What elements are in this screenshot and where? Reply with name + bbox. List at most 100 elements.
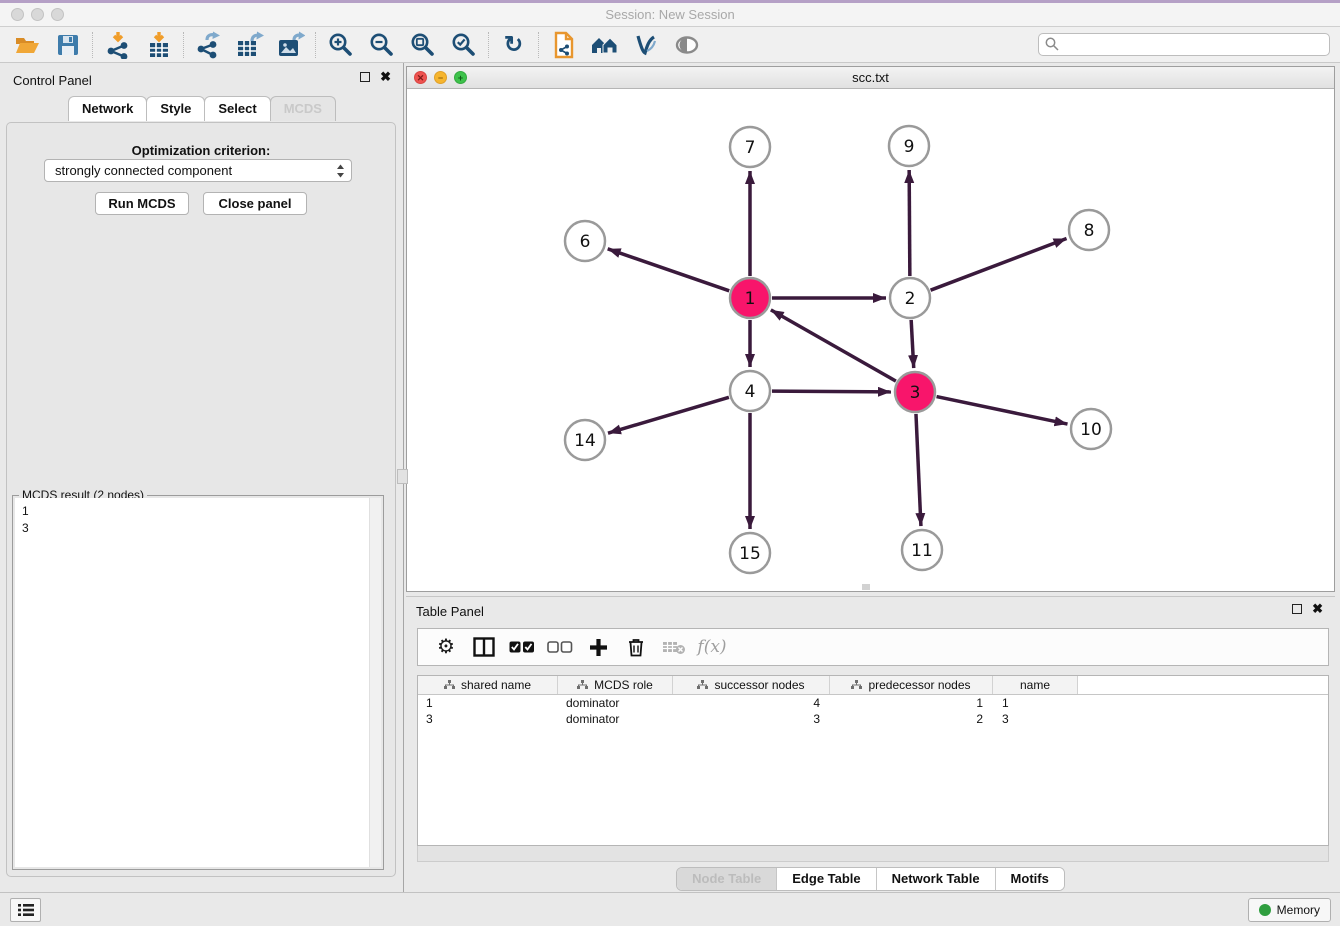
float-table-panel-icon[interactable] [1292,604,1302,614]
close-window-button[interactable] [11,8,24,21]
tab-style[interactable]: Style [146,96,205,121]
graph-edge-4-14[interactable] [608,397,729,433]
tab-network[interactable]: Network [68,96,147,121]
network-maximize-button[interactable]: + [454,71,467,84]
table-row[interactable]: 1 dominator 4 1 1 [418,695,1328,711]
network-from-selection-button[interactable] [543,29,584,61]
mcds-result-list[interactable]: 1 3 [15,498,381,867]
tab-network-table[interactable]: Network Table [876,868,995,890]
toolbar-separator [92,32,93,58]
graph-node-label-11: 11 [911,541,933,561]
graph-node-label-7: 7 [745,138,756,158]
zoom-selected-button[interactable] [443,29,484,61]
tab-node-table[interactable]: Node Table [677,868,776,890]
zoom-fit-button[interactable] [402,29,443,61]
add-column-button[interactable] [579,631,617,663]
result-scrollbar[interactable] [369,498,381,867]
tab-motifs[interactable]: Motifs [995,868,1064,890]
float-panel-icon[interactable] [360,72,370,82]
column-layout-button[interactable] [465,631,503,663]
table-row[interactable]: 3 dominator 3 2 3 [418,711,1328,727]
open-file-button[interactable] [6,29,47,61]
eye-icon [673,34,701,56]
search-input[interactable] [1038,33,1330,56]
minimize-window-button[interactable] [31,8,44,21]
close-table-panel-icon[interactable]: ✖ [1312,604,1323,614]
toggle-view-button[interactable] [666,29,707,61]
graph-edge-4-3[interactable] [772,391,891,392]
toolbar-separator [488,32,489,58]
network-canvas[interactable]: 7968124314101511 [407,89,1334,591]
graph-edge-3-10[interactable] [937,397,1068,425]
zoom-in-button[interactable] [320,29,361,61]
maximize-window-button[interactable] [51,8,64,21]
search-field-wrap [1038,33,1330,56]
select-all-button[interactable] [503,631,541,663]
zoom-out-button[interactable] [361,29,402,61]
panel-splitter-handle[interactable] [397,469,408,484]
memory-button[interactable]: Memory [1248,898,1331,922]
run-mcds-button[interactable]: Run MCDS [95,192,189,215]
node-table[interactable]: shared name MCDS role successor nodes pr… [417,675,1329,846]
graph-edge-3-1[interactable] [771,310,896,381]
canvas-scroll-knob[interactable] [862,584,870,590]
table-settings-button[interactable]: ⚙ [427,631,465,663]
tab-edge-table[interactable]: Edge Table [776,868,875,890]
export-image-button[interactable] [270,29,311,61]
save-icon [56,33,80,57]
select-arrows-icon [336,163,345,179]
export-network-icon [195,31,223,59]
column-header-successor-nodes[interactable]: successor nodes [673,676,830,694]
table-panel: Table Panel ✖ ⚙ [406,596,1335,892]
graph-edge-2-3[interactable] [911,320,914,368]
tab-select[interactable]: Select [204,96,270,121]
tree-icon [851,680,862,690]
close-panel-button[interactable]: Close panel [203,192,307,215]
save-session-button[interactable] [47,29,88,61]
column-header-name[interactable]: name [993,676,1078,694]
main-toolbar: ↻ [0,27,1340,63]
deselect-all-button[interactable] [541,631,579,663]
network-graph: 7968124314101511 [407,89,1334,592]
function-builder-button[interactable]: f(x) [693,631,731,663]
import-table-button[interactable] [138,29,179,61]
export-network-button[interactable] [188,29,229,61]
close-panel-icon[interactable]: ✖ [380,72,391,82]
graph-node-label-9: 9 [904,137,915,157]
home-button[interactable] [584,29,625,61]
optimization-criterion-select[interactable]: strongly connected component [44,159,352,182]
cell-successor-nodes: 4 [673,696,830,710]
column-header-mcds-role[interactable]: MCDS role [558,676,673,694]
open-folder-icon [14,34,40,56]
column-header-shared-name[interactable]: shared name [418,676,558,694]
graph-node-label-15: 15 [739,544,761,564]
delete-column-button[interactable] [617,631,655,663]
graph-node-label-6: 6 [580,232,591,252]
refresh-button[interactable]: ↻ [493,29,534,61]
delete-table-button[interactable] [655,631,693,663]
import-network-button[interactable] [97,29,138,61]
tab-mcds[interactable]: MCDS [270,96,336,121]
status-bar: Memory [0,892,1340,926]
import-network-icon [105,31,131,59]
unchecked-boxes-icon [547,641,573,654]
show-hide-graphics-button[interactable] [625,29,666,61]
network-minimize-button[interactable]: − [434,71,447,84]
table-horizontal-scrollbar[interactable] [417,846,1329,862]
graph-edge-2-8[interactable] [931,239,1067,291]
toolbar-separator [183,32,184,58]
graph-edge-1-6[interactable] [608,249,730,291]
network-window-titlebar[interactable]: ✕ − + scc.txt [407,67,1334,89]
memory-status-icon [1259,904,1271,916]
graph-edge-2-9[interactable] [909,170,910,276]
plus-icon [589,638,608,657]
export-table-button[interactable] [229,29,270,61]
network-close-button[interactable]: ✕ [414,71,427,84]
graph-edge-3-11[interactable] [916,414,921,526]
columns-icon [473,637,495,657]
cell-mcds-role: dominator [558,696,673,710]
task-history-button[interactable] [10,898,41,922]
cell-successor-nodes: 3 [673,712,830,726]
column-header-predecessor-nodes[interactable]: predecessor nodes [830,676,993,694]
cell-mcds-role: dominator [558,712,673,726]
